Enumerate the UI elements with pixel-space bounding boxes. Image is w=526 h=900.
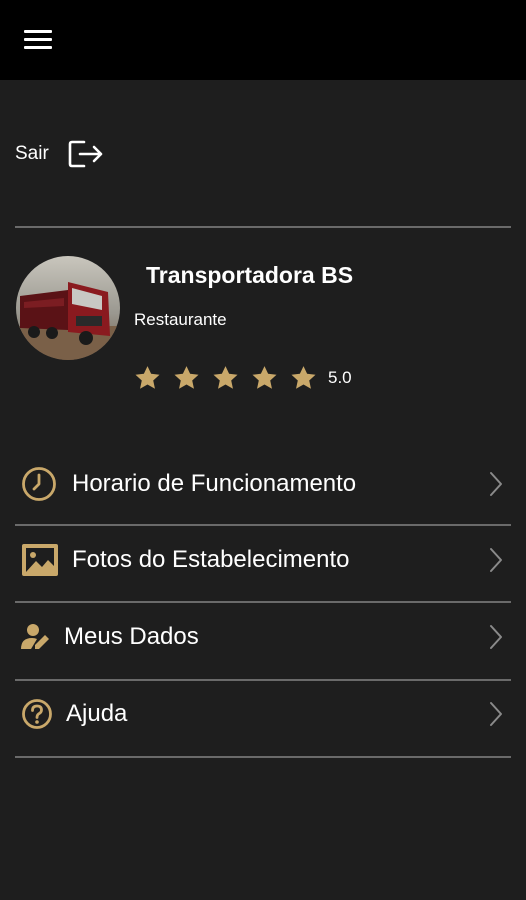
menu-item-label: Horario de Funcionamento: [72, 470, 357, 497]
menu-item-label: Meus Dados: [64, 623, 199, 650]
help-icon: [22, 699, 52, 729]
hamburger-menu-icon[interactable]: [24, 30, 52, 50]
company-type: Restaurante: [134, 310, 227, 329]
logout-icon: [68, 140, 103, 168]
image-icon: [22, 544, 58, 576]
divider: [15, 756, 511, 758]
star-icon: [252, 366, 277, 389]
rating-value: 5.0: [328, 368, 352, 387]
top-app-bar: [0, 0, 526, 80]
menu-item-horario[interactable]: Horario de Funcionamento: [15, 446, 511, 522]
chevron-right-icon: [490, 625, 502, 649]
chevron-right-icon: [490, 548, 502, 572]
star-icon: [174, 366, 199, 389]
user-edit-icon: [21, 624, 49, 649]
star-icon: [213, 366, 238, 389]
avatar[interactable]: [16, 256, 120, 360]
divider: [15, 226, 511, 228]
star-icon: [135, 366, 160, 389]
menu-item-label: Fotos do Estabelecimento: [72, 546, 350, 573]
menu-item-label: Ajuda: [66, 700, 128, 727]
menu-item-meus-dados[interactable]: Meus Dados: [15, 599, 511, 675]
logout-label: Sair: [15, 143, 49, 164]
chevron-right-icon: [490, 472, 502, 496]
menu-item-ajuda[interactable]: Ajuda: [15, 676, 511, 752]
chevron-right-icon: [490, 702, 502, 726]
star-icon: [291, 366, 316, 389]
company-name: Transportadora BS: [146, 262, 354, 288]
clock-icon: [22, 467, 56, 501]
logout-button[interactable]: Sair: [15, 136, 105, 172]
truck-photo: [16, 256, 120, 360]
rating-stars: 5.0: [133, 364, 352, 392]
menu-item-fotos[interactable]: Fotos do Estabelecimento: [15, 522, 511, 598]
